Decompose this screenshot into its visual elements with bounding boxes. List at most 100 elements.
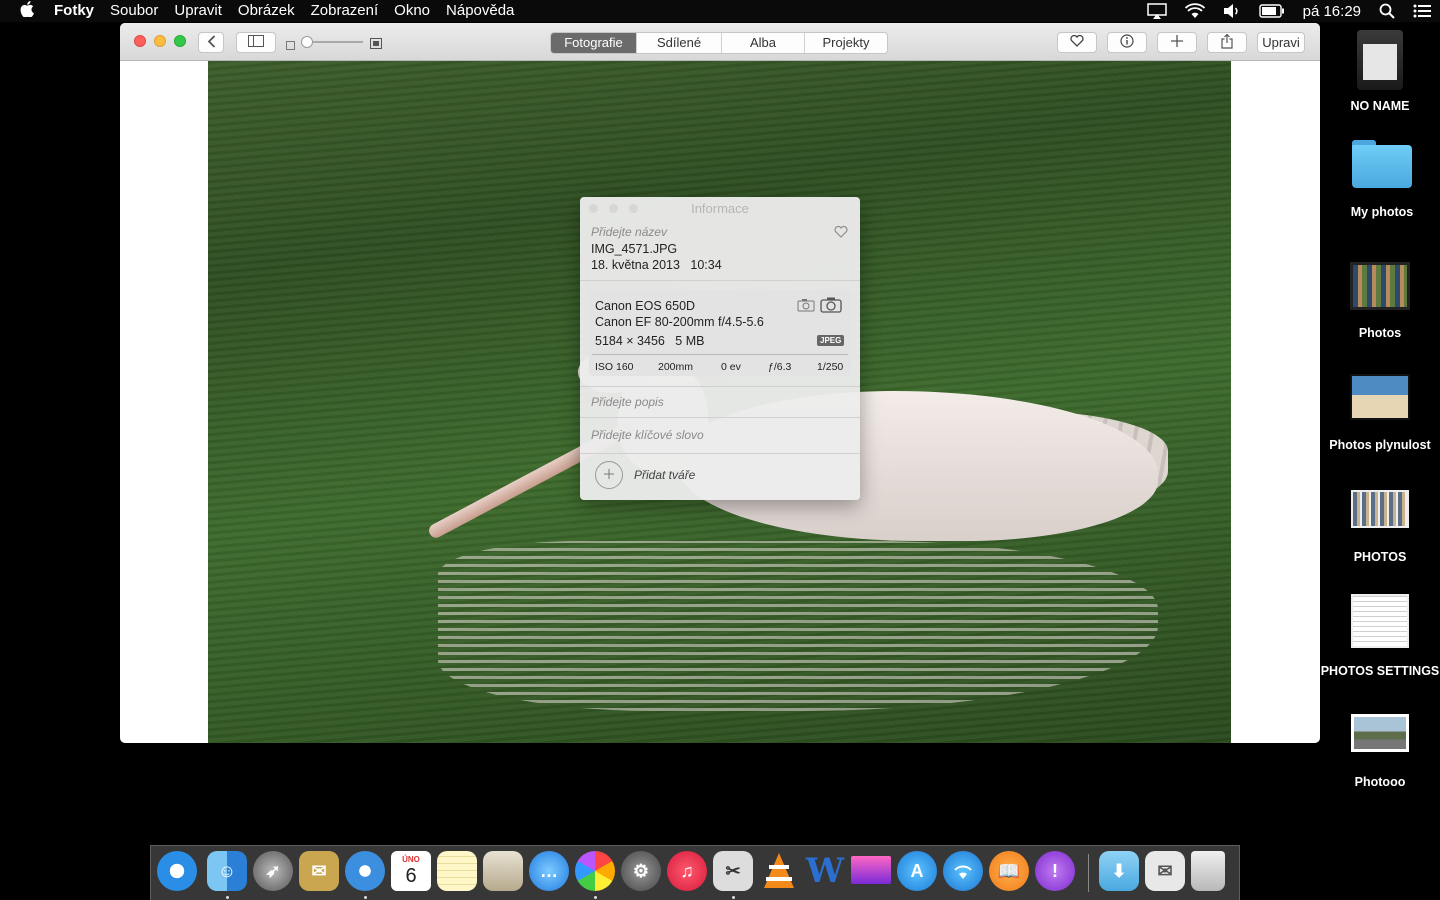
- menu-upravit[interactable]: Upravit: [166, 0, 230, 22]
- desktop-icon-label: My photos: [1350, 205, 1414, 219]
- screenshot-tool-icon[interactable]: ✂: [713, 851, 753, 891]
- ibooks-icon[interactable]: 📖: [989, 851, 1029, 891]
- iso-value: ISO 160: [595, 361, 634, 373]
- back-button[interactable]: [198, 32, 224, 53]
- running-indicator: [594, 896, 597, 899]
- desktop-icon-my-photos[interactable]: My photos: [1317, 140, 1440, 220]
- tab-projekty[interactable]: Projekty: [804, 33, 887, 53]
- photos-icon[interactable]: [575, 851, 615, 891]
- aperture-value: ƒ/6.3: [768, 361, 792, 373]
- volume-icon[interactable]: [1223, 3, 1241, 19]
- desktop-icon-no-name[interactable]: NO NAME: [1315, 30, 1440, 114]
- safari-icon[interactable]: [157, 851, 197, 891]
- notes-icon[interactable]: [437, 851, 477, 891]
- safari-icon[interactable]: [345, 851, 385, 891]
- photo-thumbnail: [1350, 374, 1410, 420]
- minimize-button[interactable]: [154, 35, 166, 47]
- calendar-icon[interactable]: ÚNO 6: [391, 851, 431, 891]
- share-button[interactable]: [1207, 32, 1247, 53]
- menu-napoveda[interactable]: Nápověda: [438, 0, 522, 22]
- add-button[interactable]: [1157, 32, 1197, 53]
- favorite-button[interactable]: [1057, 32, 1097, 53]
- sd-card-icon: [1357, 30, 1403, 90]
- desktop-icon-photos-plynulost[interactable]: Photos plynulost: [1315, 374, 1440, 453]
- keyword-field[interactable]: Přidejte klíčové slovo: [591, 428, 704, 442]
- white-balance-icon: [797, 298, 815, 315]
- zoom-slider-knob[interactable]: [301, 36, 313, 48]
- filesize-value: 5 MB: [675, 334, 705, 348]
- menubar-clock[interactable]: pá 16:29: [1303, 3, 1361, 20]
- vlc-icon[interactable]: [759, 851, 799, 891]
- messages-icon[interactable]: …: [529, 851, 569, 891]
- close-button[interactable]: [134, 35, 146, 47]
- info-icon: [1120, 34, 1134, 51]
- mail-stack-icon[interactable]: ✉: [1145, 851, 1185, 891]
- description-field[interactable]: Přidejte popis: [591, 395, 664, 409]
- plus-icon: [603, 468, 615, 483]
- desktop-icon-photos[interactable]: Photos: [1315, 262, 1440, 341]
- heart-icon: [1070, 34, 1084, 50]
- finder-icon[interactable]: ☺: [207, 851, 247, 891]
- zoom-button[interactable]: [174, 35, 186, 47]
- lens-model: Canon EF 80-200mm f/4.5-5.6: [595, 315, 764, 329]
- add-faces-label[interactable]: Přidat tváře: [634, 468, 695, 482]
- divider: [580, 280, 860, 281]
- itunes-icon[interactable]: ♫: [667, 851, 707, 891]
- edit-button[interactable]: Upravi: [1257, 32, 1305, 53]
- notification-center-icon[interactable]: [1413, 4, 1431, 18]
- plus-icon: [1171, 35, 1183, 50]
- capture-date: 18. května 2013 10:34: [591, 258, 722, 272]
- photo-thumbnail: [1351, 714, 1409, 752]
- preview-icon[interactable]: [483, 851, 523, 891]
- info-button[interactable]: [1107, 32, 1147, 53]
- desktop-icon-photooo[interactable]: Photooo: [1315, 714, 1440, 790]
- system-preferences-icon[interactable]: ⚙: [621, 851, 661, 891]
- divider: [580, 417, 860, 418]
- apple-menu-icon[interactable]: [0, 0, 54, 22]
- pelican-reflection: [438, 541, 1158, 711]
- title-field[interactable]: Přidejte název: [591, 225, 667, 239]
- menu-app-name[interactable]: Fotky: [54, 0, 102, 22]
- word-icon[interactable]: W: [805, 851, 845, 891]
- screenshot-thumbnail: [1351, 490, 1409, 528]
- battery-icon[interactable]: [1258, 4, 1285, 18]
- shutter-value: 1/250: [817, 361, 844, 373]
- exposure-bias-value: 0 ev: [721, 361, 741, 373]
- app-store-icon[interactable]: A: [897, 851, 937, 891]
- airplay-icon[interactable]: [1146, 3, 1167, 19]
- image-size: 5184 × 3456 5 MB: [595, 334, 704, 348]
- camera-model: Canon EOS 650D: [595, 299, 696, 313]
- dock: ☺ ➶ ✉ ÚNO 6 … ⚙ ♫ ✂ W A 📖 ! ⬇ ✉: [150, 845, 1240, 900]
- downloads-folder-icon[interactable]: ⬇: [1099, 851, 1139, 891]
- view-tabs: Fotografie Sdílené Alba Projekty: [550, 32, 888, 54]
- time-value: 10:34: [690, 258, 722, 272]
- desktop-icon-photos-settings[interactable]: PHOTOS SETTINGS: [1315, 594, 1440, 679]
- menu-okno[interactable]: Okno: [386, 0, 438, 22]
- sidebar-toggle-button[interactable]: [236, 32, 276, 53]
- favorite-heart-icon[interactable]: [834, 225, 848, 241]
- trash-icon[interactable]: [1191, 851, 1225, 891]
- menu-zobrazeni[interactable]: Zobrazení: [303, 0, 387, 22]
- focal-length-value: 200mm: [658, 361, 694, 373]
- wifi-status-icon[interactable]: [1184, 3, 1205, 19]
- tab-sdilene[interactable]: Sdílené: [636, 33, 721, 53]
- menu-bar: Fotky Soubor Upravit Obrázek Zobrazení O…: [0, 0, 1440, 22]
- launchpad-icon[interactable]: ➶: [253, 851, 293, 891]
- tab-fotografie[interactable]: Fotografie: [551, 33, 636, 53]
- menu-obrazek[interactable]: Obrázek: [230, 0, 303, 22]
- desktop-icon-photos-caps[interactable]: PHOTOS: [1315, 490, 1440, 565]
- calendar-month: ÚNO: [402, 855, 420, 864]
- running-indicator: [226, 896, 229, 899]
- format-badge: JPEG: [817, 335, 845, 346]
- spotlight-icon[interactable]: [1379, 3, 1395, 19]
- dock-separator: [1088, 854, 1089, 892]
- mail-icon[interactable]: ✉: [299, 851, 339, 891]
- feedback-icon[interactable]: !: [1035, 851, 1075, 891]
- add-faces-button[interactable]: [595, 461, 623, 489]
- tab-alba[interactable]: Alba: [721, 33, 804, 53]
- monitor-icon[interactable]: [851, 856, 891, 884]
- menu-soubor[interactable]: Soubor: [102, 0, 166, 22]
- filename: IMG_4571.JPG: [591, 242, 678, 256]
- wifi-icon[interactable]: [943, 851, 983, 891]
- date-value: 18. května 2013: [591, 258, 680, 272]
